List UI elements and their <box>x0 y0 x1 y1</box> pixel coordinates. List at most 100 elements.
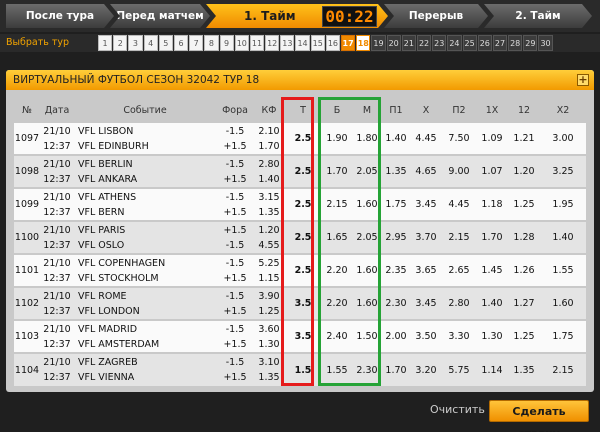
away-win-odds[interactable]: 4.45 <box>442 187 476 221</box>
handicap-odds-home[interactable]: 3.10 <box>258 357 279 368</box>
tour-29[interactable]: 29 <box>523 35 538 51</box>
home-or-draw-odds[interactable]: 1.18 <box>476 187 508 221</box>
home-or-away-odds[interactable]: 1.27 <box>508 286 540 320</box>
home-or-away-odds[interactable]: 1.35 <box>508 352 540 386</box>
away-win-odds[interactable]: 2.65 <box>442 253 476 287</box>
tour-19[interactable]: 19 <box>371 35 386 51</box>
handicap-odds-home[interactable]: 3.90 <box>258 291 279 302</box>
home-win-odds[interactable]: 1.75 <box>382 187 410 221</box>
draw-odds[interactable]: 3.50 <box>410 319 442 353</box>
handicap-odds-away[interactable]: 1.15 <box>258 273 279 284</box>
home-win-odds[interactable]: 1.70 <box>382 352 410 386</box>
expand-icon[interactable]: + <box>577 74 589 86</box>
away-win-odds[interactable]: 5.75 <box>442 352 476 386</box>
tour-4[interactable]: 4 <box>143 35 158 51</box>
tour-18[interactable]: 18 <box>356 35 371 51</box>
stage-before-match[interactable]: Перед матчем <box>110 4 210 28</box>
stage-second-half[interactable]: 2. Тайм <box>484 4 592 28</box>
home-or-away-odds[interactable]: 1.25 <box>508 187 540 221</box>
draw-or-away-odds[interactable]: 2.15 <box>540 352 586 386</box>
away-win-odds[interactable]: 3.30 <box>442 319 476 353</box>
tour-14[interactable]: 14 <box>295 35 310 51</box>
stage-break[interactable]: Перерыв <box>384 4 488 28</box>
home-or-draw-odds[interactable]: 1.40 <box>476 286 508 320</box>
home-or-draw-odds[interactable]: 1.09 <box>476 121 508 155</box>
draw-or-away-odds[interactable]: 1.60 <box>540 286 586 320</box>
home-win-odds[interactable]: 1.40 <box>382 121 410 155</box>
tour-2[interactable]: 2 <box>113 35 128 51</box>
handicap-odds-away[interactable]: 1.35 <box>258 372 279 383</box>
tour-3[interactable]: 3 <box>128 35 143 51</box>
home-win-odds[interactable]: 2.30 <box>382 286 410 320</box>
home-or-draw-odds[interactable]: 1.30 <box>476 319 508 353</box>
home-or-away-odds[interactable]: 1.25 <box>508 319 540 353</box>
draw-odds[interactable]: 3.20 <box>410 352 442 386</box>
tour-20[interactable]: 20 <box>386 35 401 51</box>
draw-or-away-odds[interactable]: 1.55 <box>540 253 586 287</box>
draw-or-away-odds[interactable]: 1.95 <box>540 187 586 221</box>
tour-1[interactable]: 1 <box>98 35 113 51</box>
tour-28[interactable]: 28 <box>508 35 523 51</box>
handicap-odds-home[interactable]: 5.25 <box>258 258 279 269</box>
clear-button[interactable]: Очистить <box>430 403 485 416</box>
tour-25[interactable]: 25 <box>462 35 477 51</box>
draw-or-away-odds[interactable]: 3.25 <box>540 154 586 188</box>
tour-8[interactable]: 8 <box>204 35 219 51</box>
stage-after-tour[interactable]: После тура <box>6 4 114 28</box>
home-or-draw-odds[interactable]: 1.14 <box>476 352 508 386</box>
tour-7[interactable]: 7 <box>189 35 204 51</box>
handicap-odds-home[interactable]: 1.20 <box>258 225 279 236</box>
home-or-away-odds[interactable]: 1.28 <box>508 220 540 254</box>
tour-16[interactable]: 16 <box>325 35 340 51</box>
home-or-away-odds[interactable]: 1.21 <box>508 121 540 155</box>
handicap-odds-away[interactable]: 1.70 <box>258 141 279 152</box>
home-or-draw-odds[interactable]: 1.07 <box>476 154 508 188</box>
tour-26[interactable]: 26 <box>477 35 492 51</box>
draw-odds[interactable]: 4.65 <box>410 154 442 188</box>
draw-or-away-odds[interactable]: 3.00 <box>540 121 586 155</box>
tour-21[interactable]: 21 <box>401 35 416 51</box>
away-win-odds[interactable]: 2.15 <box>442 220 476 254</box>
handicap-odds-away[interactable]: 1.35 <box>258 207 279 218</box>
home-or-away-odds[interactable]: 1.20 <box>508 154 540 188</box>
tour-9[interactable]: 9 <box>219 35 234 51</box>
handicap-odds-home[interactable]: 3.15 <box>258 192 279 203</box>
handicap-odds-away[interactable]: 4.55 <box>258 240 279 251</box>
home-win-odds[interactable]: 1.35 <box>382 154 410 188</box>
home-or-draw-odds[interactable]: 1.45 <box>476 253 508 287</box>
handicap-odds-away[interactable]: 1.30 <box>258 339 279 350</box>
away-win-odds[interactable]: 2.80 <box>442 286 476 320</box>
tour-27[interactable]: 27 <box>492 35 508 51</box>
handicap-odds-away[interactable]: 1.25 <box>258 306 279 317</box>
place-bet-button[interactable]: Сделать ставку <box>489 400 589 432</box>
draw-odds[interactable]: 4.45 <box>410 121 442 155</box>
tour-5[interactable]: 5 <box>158 35 173 51</box>
tour-23[interactable]: 23 <box>432 35 447 51</box>
handicap-odds-home[interactable]: 2.10 <box>258 126 279 137</box>
draw-odds[interactable]: 3.45 <box>410 187 442 221</box>
home-win-odds[interactable]: 2.35 <box>382 253 410 287</box>
tour-22[interactable]: 22 <box>416 35 432 51</box>
draw-or-away-odds[interactable]: 1.40 <box>540 220 586 254</box>
draw-or-away-odds[interactable]: 1.75 <box>540 319 586 353</box>
tour-24[interactable]: 24 <box>447 35 462 51</box>
tour-13[interactable]: 13 <box>280 35 295 51</box>
tour-30[interactable]: 30 <box>538 35 553 51</box>
home-or-draw-odds[interactable]: 1.70 <box>476 220 508 254</box>
home-or-away-odds[interactable]: 1.26 <box>508 253 540 287</box>
tour-10[interactable]: 10 <box>234 35 249 51</box>
home-win-odds[interactable]: 2.95 <box>382 220 410 254</box>
away-win-odds[interactable]: 7.50 <box>442 121 476 155</box>
handicap-odds-home[interactable]: 2.80 <box>258 159 279 170</box>
tour-11[interactable]: 11 <box>249 35 265 51</box>
away-win-odds[interactable]: 9.00 <box>442 154 476 188</box>
handicap-odds-away[interactable]: 1.40 <box>258 174 279 185</box>
tour-15[interactable]: 15 <box>310 35 325 51</box>
draw-odds[interactable]: 3.70 <box>410 220 442 254</box>
tour-12[interactable]: 12 <box>265 35 280 51</box>
tour-6[interactable]: 6 <box>173 35 189 51</box>
handicap-odds-home[interactable]: 3.60 <box>258 324 279 335</box>
tour-17[interactable]: 17 <box>341 35 356 51</box>
home-win-odds[interactable]: 2.00 <box>382 319 410 353</box>
draw-odds[interactable]: 3.65 <box>410 253 442 287</box>
